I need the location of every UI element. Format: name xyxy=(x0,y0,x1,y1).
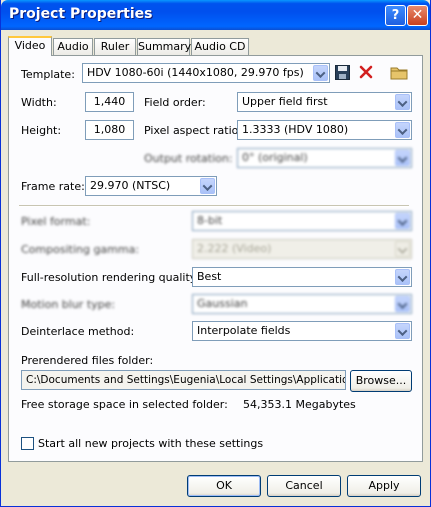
folder-icon[interactable] xyxy=(390,65,408,80)
rendering-quality-label: Full-resolution rendering quality: xyxy=(21,271,200,284)
chevron-down-icon[interactable] xyxy=(313,65,328,81)
chevron-down-icon[interactable] xyxy=(200,178,215,194)
deinterlace-value: Interpolate fields xyxy=(197,324,291,337)
compositing-gamma-select: 2.222 (Video) xyxy=(192,239,412,259)
rendering-quality-value: Best xyxy=(197,270,222,283)
motion-blur-label: Motion blur type: xyxy=(21,298,116,311)
field-order-label: Field order: xyxy=(144,96,206,109)
project-properties-window: Project Properties ? ✕ Video Audio Ruler… xyxy=(0,0,431,507)
output-rotation-select[interactable]: 0° (original) xyxy=(237,148,412,168)
ok-button[interactable]: OK xyxy=(187,475,261,497)
tab-audio[interactable]: Audio xyxy=(53,38,93,55)
chevron-down-icon[interactable] xyxy=(395,150,410,166)
cancel-button[interactable]: Cancel xyxy=(267,475,341,497)
pixel-aspect-label: Pixel aspect ratio: xyxy=(144,124,243,137)
motion-blur-value: Gaussian xyxy=(197,297,248,310)
compositing-gamma-value: 2.222 (Video) xyxy=(197,242,272,255)
tab-audio-cd[interactable]: Audio CD xyxy=(191,38,249,55)
motion-blur-select[interactable]: Gaussian xyxy=(192,294,412,314)
field-order-select[interactable]: Upper field first xyxy=(237,92,412,112)
output-rotation-label: Output rotation: xyxy=(144,152,233,165)
deinterlace-select[interactable]: Interpolate fields xyxy=(192,321,412,341)
free-space-label: Free storage space in selected folder: xyxy=(21,398,228,411)
save-icon[interactable] xyxy=(335,65,350,80)
chevron-down-icon[interactable] xyxy=(395,269,410,285)
pixel-format-select[interactable]: 8-bit xyxy=(192,211,412,231)
apply-button[interactable]: Apply xyxy=(347,475,421,497)
field-order-value: Upper field first xyxy=(242,95,328,108)
chevron-down-icon[interactable] xyxy=(395,323,410,339)
compositing-gamma-label: Compositing gamma: xyxy=(21,243,140,256)
prerendered-path-field[interactable]: C:\Documents and Settings\Eugenia\Local … xyxy=(21,370,346,390)
width-field[interactable]: 1,440 xyxy=(85,92,134,112)
frame-rate-select[interactable]: 29.970 (NTSC) xyxy=(85,176,217,196)
pixel-aspect-value: 1.3333 (HDV 1080) xyxy=(242,123,349,136)
browse-button[interactable]: Browse... xyxy=(350,370,412,392)
frame-rate-label: Frame rate: xyxy=(21,180,85,193)
chevron-down-icon[interactable] xyxy=(395,213,410,229)
tab-ruler[interactable]: Ruler xyxy=(94,38,136,55)
tab-video[interactable]: Video xyxy=(8,36,52,56)
delete-icon[interactable] xyxy=(359,65,373,79)
title-bar[interactable]: Project Properties ? ✕ xyxy=(1,0,430,30)
height-label: Height: xyxy=(21,124,62,137)
width-label: Width: xyxy=(21,96,57,109)
frame-rate-value: 29.970 (NTSC) xyxy=(90,179,171,192)
start-all-label[interactable]: Start all new projects with these settin… xyxy=(38,437,263,450)
help-button[interactable]: ? xyxy=(385,5,406,26)
chevron-down-icon xyxy=(395,241,410,257)
height-field[interactable]: 1,080 xyxy=(85,120,134,140)
rendering-quality-select[interactable]: Best xyxy=(192,267,412,287)
pixel-format-label: Pixel format: xyxy=(21,215,91,228)
template-value: HDV 1080-60i (1440x1080, 29.970 fps) xyxy=(87,66,304,79)
chevron-down-icon[interactable] xyxy=(395,122,410,138)
start-all-checkbox[interactable] xyxy=(21,437,34,450)
chevron-down-icon[interactable] xyxy=(395,94,410,110)
window-title: Project Properties xyxy=(9,6,153,22)
tab-summary[interactable]: Summary xyxy=(137,38,191,55)
pixel-aspect-select[interactable]: 1.3333 (HDV 1080) xyxy=(237,120,412,140)
template-select[interactable]: HDV 1080-60i (1440x1080, 29.970 fps) xyxy=(82,63,330,83)
prerendered-label: Prerendered files folder: xyxy=(21,354,154,367)
deinterlace-label: Deinterlace method: xyxy=(21,325,135,338)
section-divider xyxy=(19,205,409,207)
pixel-format-value: 8-bit xyxy=(197,214,223,227)
free-space-value: 54,353.1 Megabytes xyxy=(243,398,356,411)
close-button[interactable]: ✕ xyxy=(407,5,428,26)
output-rotation-value: 0° (original) xyxy=(242,151,308,164)
chevron-down-icon[interactable] xyxy=(395,296,410,312)
template-label: Template: xyxy=(21,68,75,81)
